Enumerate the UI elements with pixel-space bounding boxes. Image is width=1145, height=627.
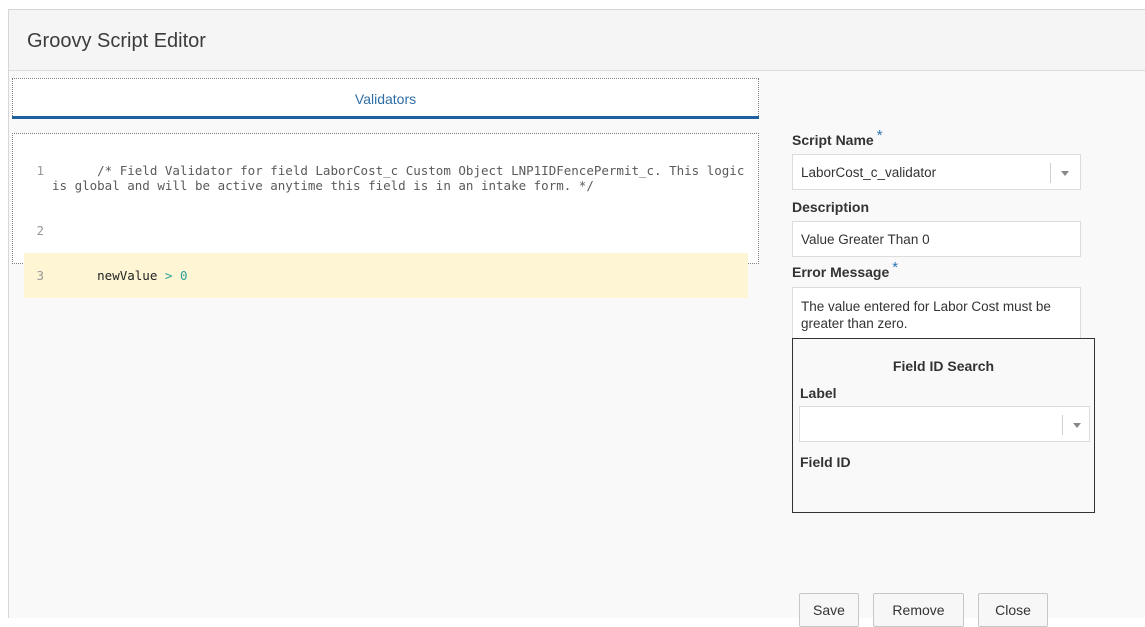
code-operator: > [157,268,180,283]
error-message-label: Error Message * [792,259,898,281]
label-field-label: Label [800,385,837,401]
description-value: Value Greater Than 0 [801,232,930,247]
script-name-select[interactable]: LaborCost_c_validator [792,154,1081,190]
chevron-down-icon[interactable] [1061,171,1069,176]
code-line-text: newValue > 0 [97,268,187,283]
code-identifier: newValue [97,268,158,283]
error-message-value: The value entered for Labor Cost must be… [801,299,1051,331]
label-select[interactable] [799,406,1090,442]
code-number: 0 [179,268,188,283]
code-line-1: 1/* Field Validator for field LaborCost_… [24,148,748,208]
description-label: Description [792,199,870,215]
field-id-label: Field ID [800,454,851,470]
required-marker: * [876,127,883,144]
close-button[interactable]: Close [978,593,1048,627]
code-line-3: 3 newValue > 0 [24,253,748,298]
active-tab-indicator [12,116,759,119]
code-editor[interactable]: 1 /* Field Validator for field LaborCost_… [12,133,759,298]
save-button[interactable]: Save [799,593,859,627]
field-id-search-panel: Field ID Search Label Field ID [792,338,1095,513]
code-content[interactable]: 1/* Field Validator for field LaborCost_… [24,148,748,298]
error-message-label-text: Error Message [792,264,890,280]
dialog-header: Groovy Script Editor [9,10,1145,71]
line-number: 3 [36,268,44,283]
select-divider [1050,163,1051,183]
error-message-field[interactable]: The value entered for Labor Cost must be… [792,287,1081,343]
line-number: 1 [36,163,44,178]
tab-validators[interactable]: Validators [12,78,759,118]
chevron-down-icon[interactable] [1073,423,1081,428]
line-number: 2 [36,223,44,238]
description-field[interactable]: Value Greater Than 0 [792,221,1081,257]
tab-validators-label: Validators [354,91,417,107]
code-line-text: /* Field Validator for field LaborCost_c… [52,163,752,193]
required-marker: * [892,259,899,276]
code-line-2: 2​ [24,208,748,253]
select-divider [1062,415,1063,435]
field-id-search-title: Field ID Search [892,358,995,374]
remove-button[interactable]: Remove [873,593,964,627]
script-name-label: Script Name * [792,127,883,149]
script-name-label-text: Script Name [792,132,874,148]
script-name-value: LaborCost_c_validator [801,165,937,180]
dialog-title: Groovy Script Editor [27,30,206,52]
